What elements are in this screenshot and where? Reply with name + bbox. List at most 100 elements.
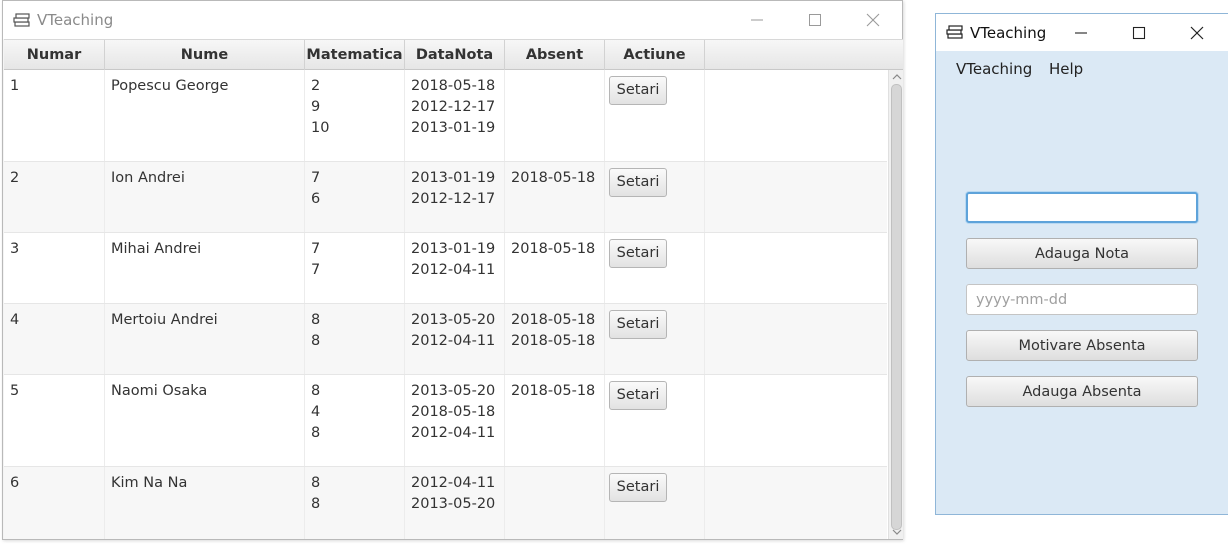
grade: 8	[311, 383, 321, 399]
column-header-numar[interactable]: Numar	[4, 40, 105, 70]
column-header-absent[interactable]: Absent	[505, 40, 605, 70]
table-row[interactable]: 5 Naomi Osaka 8 4 8 2013-05-20 2018-05-1…	[4, 375, 887, 467]
cell-matematica: 7 7	[305, 233, 405, 303]
side-window: VTeaching VTeaching Help Adauga Nota Mot…	[935, 13, 1228, 515]
absence-date: 2018-05-18	[511, 383, 596, 399]
table-row[interactable]: 1 Popescu George 2 9 10 2018-05-18 2012-…	[4, 70, 887, 162]
menu-bar: VTeaching Help	[936, 51, 1228, 85]
cell-matematica: 8 4 8	[305, 375, 405, 466]
grade: 7	[311, 241, 321, 257]
cell-actiune: Setari	[605, 467, 705, 539]
grade-date: 2012-04-11	[411, 333, 496, 349]
vertical-scrollbar[interactable]	[888, 70, 903, 539]
grade: 4	[311, 404, 321, 420]
cell-nume: Popescu George	[105, 70, 305, 161]
close-icon[interactable]	[863, 10, 883, 30]
cell-datanota: 2013-05-20 2012-04-11	[405, 304, 505, 374]
cell-absent: 2018-05-18 2018-05-18	[505, 304, 605, 374]
grade-date: 2012-04-11	[411, 425, 496, 441]
cell-numar: 3	[4, 233, 105, 303]
cell-absent	[505, 467, 605, 539]
grade: 8	[311, 425, 321, 441]
grade: 8	[311, 475, 321, 491]
grade: 8	[311, 333, 321, 349]
grade-date: 2013-05-20	[411, 312, 496, 328]
menu-help[interactable]: Help	[1049, 60, 1083, 78]
setari-button[interactable]: Setari	[609, 473, 667, 502]
grade-date: 2013-01-19	[411, 170, 496, 186]
cell-matematica: 2 9 10	[305, 70, 405, 161]
cell-matematica: 8 8	[305, 467, 405, 539]
cell-nume: Naomi Osaka	[105, 375, 305, 466]
setari-button[interactable]: Setari	[609, 76, 667, 105]
cell-datanota: 2013-01-19 2012-04-11	[405, 233, 505, 303]
setari-button[interactable]: Setari	[609, 310, 667, 339]
grade-date: 2013-01-19	[411, 241, 496, 257]
books-icon	[946, 25, 963, 39]
table-row[interactable]: 6 Kim Na Na 8 8 2012-04-11 2013-05-20 Se…	[4, 467, 887, 539]
grade: 7	[311, 170, 321, 186]
minimize-icon[interactable]	[747, 10, 767, 30]
cell-actiune: Setari	[605, 304, 705, 374]
absence-date: 2018-05-18	[511, 312, 596, 328]
cell-matematica: 8 8	[305, 304, 405, 374]
cell-datanota: 2012-04-11 2013-05-20	[405, 467, 505, 539]
column-header-actiune[interactable]: Actiune	[605, 40, 705, 70]
grade: 9	[311, 99, 321, 115]
motivare-absenta-button[interactable]: Motivare Absenta	[966, 330, 1198, 361]
table-row[interactable]: 2 Ion Andrei 7 6 2013-01-19 2012-12-17 2…	[4, 162, 887, 233]
chevron-up-icon[interactable]	[892, 73, 902, 81]
cell-absent: 2018-05-18	[505, 375, 605, 466]
grade-date: 2012-12-17	[411, 191, 496, 207]
cell-actiune: Setari	[605, 162, 705, 232]
cell-numar: 5	[4, 375, 105, 466]
table-row[interactable]: 3 Mihai Andrei 7 7 2013-01-19 2012-04-11…	[4, 233, 887, 304]
cell-numar: 6	[4, 467, 105, 539]
grade: 2	[311, 78, 321, 94]
cell-absent: 2018-05-18	[505, 162, 605, 232]
grade-date: 2013-05-20	[411, 496, 496, 512]
grade: 6	[311, 191, 321, 207]
table-row[interactable]: 4 Mertoiu Andrei 8 8 2013-05-20 2012-04-…	[4, 304, 887, 375]
cell-nume: Ion Andrei	[105, 162, 305, 232]
cell-datanota: 2013-01-19 2012-12-17	[405, 162, 505, 232]
main-window-titlebar[interactable]: VTeaching	[3, 1, 902, 39]
grade-date: 2018-05-18	[411, 404, 496, 420]
column-header-matematica[interactable]: Matematica	[305, 40, 405, 70]
absence-date: 2018-05-18	[511, 170, 596, 186]
date-input[interactable]	[966, 284, 1198, 315]
table-header: Numar Nume Matematica DataNota Absent Ac…	[4, 39, 903, 70]
column-header-datanota[interactable]: DataNota	[405, 40, 505, 70]
grade: 10	[311, 120, 330, 136]
adauga-nota-button[interactable]: Adauga Nota	[966, 238, 1198, 269]
setari-button[interactable]: Setari	[609, 168, 667, 197]
absence-date: 2018-05-18	[511, 241, 596, 257]
table-body: 1 Popescu George 2 9 10 2018-05-18 2012-…	[4, 70, 887, 539]
chevron-down-icon[interactable]	[892, 528, 902, 536]
side-window-titlebar[interactable]: VTeaching	[936, 14, 1228, 51]
cell-actiune: Setari	[605, 70, 705, 161]
adauga-absenta-button[interactable]: Adauga Absenta	[966, 376, 1198, 407]
column-header-nume[interactable]: Nume	[105, 40, 305, 70]
scrollbar-thumb[interactable]	[891, 84, 902, 530]
cell-actiune: Setari	[605, 375, 705, 466]
side-window-title: VTeaching	[970, 24, 1047, 42]
minimize-icon[interactable]	[1071, 23, 1091, 43]
nota-input[interactable]	[966, 192, 1198, 223]
grade: 8	[311, 312, 321, 328]
setari-button[interactable]: Setari	[609, 239, 667, 268]
maximize-icon[interactable]	[805, 10, 825, 30]
close-icon[interactable]	[1187, 23, 1207, 43]
cell-matematica: 7 6	[305, 162, 405, 232]
maximize-icon[interactable]	[1129, 23, 1149, 43]
grade-date: 2012-12-17	[411, 99, 496, 115]
books-icon	[13, 13, 30, 27]
cell-nume: Kim Na Na	[105, 467, 305, 539]
grade-date: 2012-04-11	[411, 262, 496, 278]
cell-numar: 1	[4, 70, 105, 161]
cell-actiune: Setari	[605, 233, 705, 303]
cell-nume: Mihai Andrei	[105, 233, 305, 303]
setari-button[interactable]: Setari	[609, 381, 667, 410]
cell-nume: Mertoiu Andrei	[105, 304, 305, 374]
menu-vteaching[interactable]: VTeaching	[956, 60, 1032, 78]
